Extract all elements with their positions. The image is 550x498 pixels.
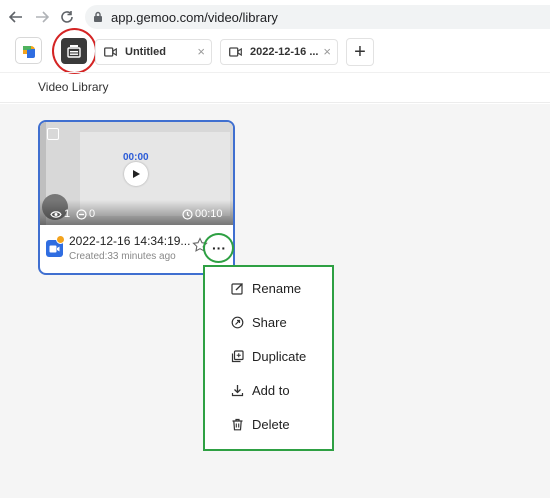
tab-close-icon[interactable]: × — [323, 44, 331, 59]
menu-item-label: Rename — [252, 280, 302, 296]
menu-item-delete[interactable]: Delete — [231, 414, 290, 434]
video-created: Created:33 minutes ago — [69, 251, 176, 262]
clock-icon — [182, 208, 193, 220]
url-text: app.gemoo.com/video/library — [111, 9, 278, 25]
menu-item-duplicate[interactable]: Duplicate — [231, 346, 306, 366]
reload-icon — [61, 11, 73, 23]
share-icon — [231, 316, 244, 328]
logo-icon — [22, 45, 35, 58]
tab-label: 2022-12-16 ... — [250, 46, 319, 58]
views-count: 1 — [50, 208, 70, 220]
video-title[interactable]: 2022-12-16 14:34:19... — [69, 234, 190, 248]
breadcrumb: Video Library — [0, 72, 550, 103]
eye-icon — [50, 210, 62, 218]
forward-button[interactable] — [31, 6, 53, 28]
trash-icon — [232, 418, 243, 430]
menu-item-label: Delete — [252, 416, 290, 432]
page-title: Video Library — [38, 80, 109, 94]
gemoo-logo[interactable] — [15, 37, 42, 64]
arrow-left-icon — [9, 11, 22, 23]
menu-item-label: Share — [252, 314, 287, 330]
video-camera-icon — [104, 47, 117, 57]
duplicate-icon — [231, 349, 244, 362]
duration: 00:10 — [182, 208, 223, 220]
comments-count: 0 — [76, 208, 95, 220]
context-menu: Rename Share Duplicate Add to Delete — [203, 265, 334, 451]
comment-icon — [76, 208, 87, 220]
status-badge — [56, 235, 65, 244]
tab-untitled[interactable]: Untitled × — [95, 39, 212, 65]
tab-close-icon[interactable]: × — [197, 44, 205, 59]
menu-item-add-to[interactable]: Add to — [231, 380, 290, 400]
select-checkbox[interactable] — [47, 128, 59, 140]
menu-item-label: Add to — [252, 382, 290, 398]
video-camera-icon — [49, 245, 60, 252]
app-tab-bar: Untitled × 2022-12-16 ... × + — [0, 28, 550, 74]
video-thumbnail[interactable]: 00:00 1 0 00:10 — [40, 122, 233, 225]
lock-icon — [94, 11, 102, 22]
tab-label: Untitled — [125, 46, 166, 58]
more-options-button[interactable]: ··· — [209, 240, 229, 256]
address-bar[interactable]: app.gemoo.com/video/library — [85, 5, 550, 29]
add-to-icon — [231, 384, 244, 396]
reload-button[interactable] — [56, 6, 78, 28]
menu-item-share[interactable]: Share — [231, 312, 287, 332]
video-camera-icon — [229, 47, 242, 57]
menu-item-label: Duplicate — [252, 348, 307, 364]
tab-recording[interactable]: 2022-12-16 ... × — [220, 39, 338, 65]
comments-value: 0 — [89, 208, 96, 220]
library-content: 00:00 1 0 00:10 2022-12-16 14:34:19... C… — [0, 104, 550, 498]
play-icon — [133, 170, 140, 178]
menu-item-rename[interactable]: Rename — [231, 278, 301, 298]
play-button[interactable] — [124, 162, 148, 186]
arrow-right-icon — [36, 11, 49, 23]
back-button[interactable] — [5, 6, 27, 28]
duration-value: 00:10 — [195, 208, 223, 220]
add-tab-button[interactable]: + — [346, 38, 374, 66]
highlight-circle-red — [52, 28, 97, 74]
views-value: 1 — [64, 208, 71, 220]
edit-icon — [231, 282, 243, 295]
